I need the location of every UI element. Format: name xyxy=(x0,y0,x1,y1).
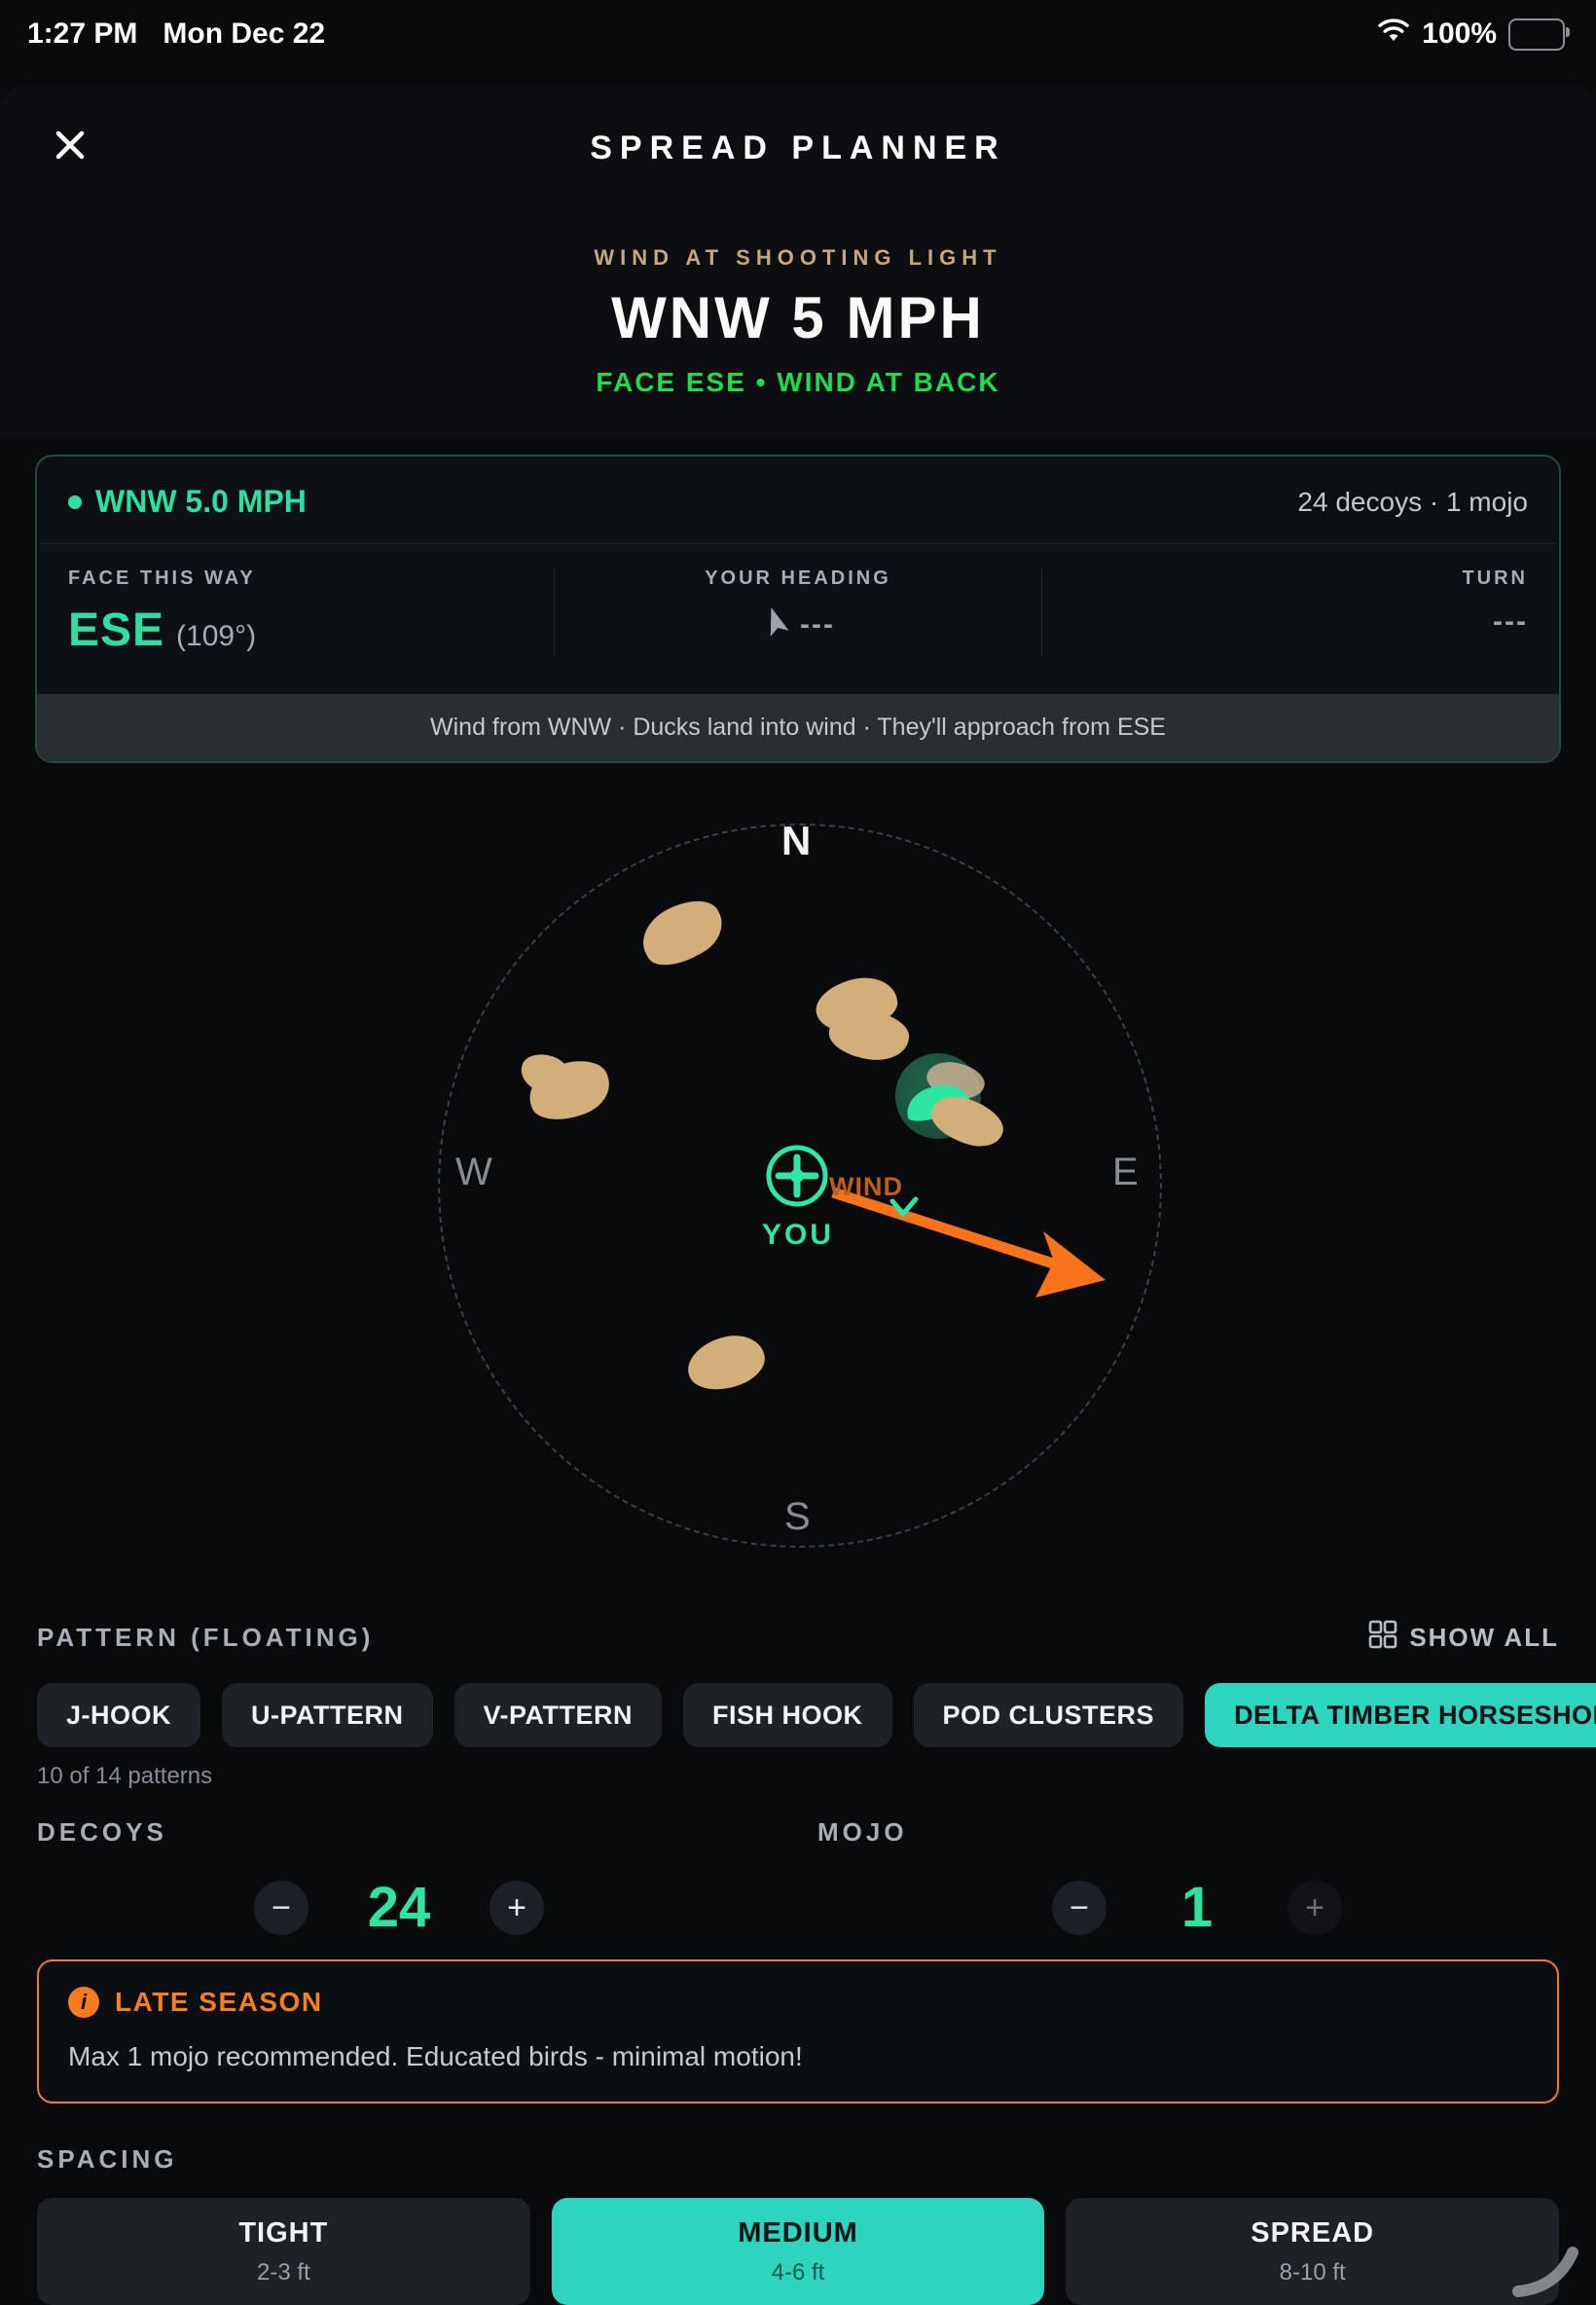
mojo-label: MOJO xyxy=(817,1817,1596,1848)
mojo-value: 1 xyxy=(1143,1875,1251,1940)
compass-west-label: W xyxy=(455,1151,492,1194)
wind-card-value: WNW 5.0 MPH xyxy=(95,484,307,520)
grid-icon xyxy=(1368,1620,1397,1656)
status-bar: 1:27 PM Mon Dec 22 100% xyxy=(0,0,1596,56)
crosshair-icon xyxy=(765,1144,829,1208)
modal-header: SPREAD PLANNER xyxy=(0,84,1596,212)
pattern-section-label: PATTERN (FLOATING) xyxy=(37,1623,374,1653)
decoys-minus-button[interactable]: − xyxy=(254,1881,308,1935)
late-season-warning: i LATE SEASON Max 1 mojo recommended. Ed… xyxy=(37,1959,1559,2104)
spacing-option-title: TIGHT xyxy=(238,2217,328,2250)
spacing-option-subtitle: 2-3 ft xyxy=(257,2259,310,2287)
face-column: FACE THIS WAY ESE (109°) xyxy=(68,567,554,657)
wind-arrow-label: WIND xyxy=(829,1172,903,1202)
mojo-stepper-group: MOJO − 1 + xyxy=(798,1817,1596,1940)
spacing-option-medium[interactable]: MEDIUM 4-6 ft xyxy=(552,2198,1045,2305)
decoys-value: 24 xyxy=(345,1875,453,1940)
compass-east-label: E xyxy=(1112,1151,1139,1194)
decoys-label: DECOYS xyxy=(37,1817,798,1848)
heading-label: YOUR HEADING xyxy=(555,567,1040,590)
pattern-chip-fish-hook[interactable]: FISH HOOK xyxy=(683,1683,892,1747)
spacing-options-row: TIGHT 2-3 ft MEDIUM 4-6 ft SPREAD 8-10 ft xyxy=(37,2198,1559,2305)
spacing-option-title: SPREAD xyxy=(1251,2217,1374,2250)
compass-north-label: N xyxy=(781,818,811,864)
show-all-button[interactable]: SHOW ALL xyxy=(1368,1620,1559,1656)
warning-message: Max 1 mojo recommended. Educated birds -… xyxy=(68,2041,1528,2072)
heading-value: --- xyxy=(800,608,835,641)
decoy-mojo-counts: 24 decoys · 1 mojo xyxy=(1297,487,1528,518)
you-marker xyxy=(765,1144,829,1208)
mojo-minus-button[interactable]: − xyxy=(1052,1881,1106,1935)
mojo-plus-button[interactable]: + xyxy=(1288,1881,1342,1935)
battery-percent: 100% xyxy=(1422,18,1497,51)
pattern-chip-row[interactable]: J-HOOK U-PATTERN V-PATTERN FISH HOOK POD CLU… xyxy=(37,1683,1596,1747)
spread-compass[interactable]: N W E S YOU WIND xyxy=(0,763,1596,1581)
heading-column: YOUR HEADING --- xyxy=(554,567,1041,657)
spacing-option-spread[interactable]: SPREAD 8-10 ft xyxy=(1066,2198,1559,2305)
turn-value: --- xyxy=(1493,605,1528,639)
show-all-label: SHOW ALL xyxy=(1409,1623,1559,1653)
spacing-option-subtitle: 4-6 ft xyxy=(772,2259,825,2287)
page-title: SPREAD PLANNER xyxy=(590,129,1005,167)
wind-summary: WIND AT SHOOTING LIGHT WNW 5 MPH FACE ES… xyxy=(0,212,1596,439)
turn-label: TURN xyxy=(1042,567,1528,590)
close-icon xyxy=(54,128,87,162)
battery-icon xyxy=(1508,18,1565,51)
turn-column: TURN --- xyxy=(1042,567,1528,657)
wind-summary-value: WNW 5 MPH xyxy=(0,284,1596,351)
pattern-chip-u-pattern[interactable]: U-PATTERN xyxy=(222,1683,432,1747)
pattern-chip-j-hook[interactable]: J-HOOK xyxy=(37,1683,200,1747)
face-label: FACE THIS WAY xyxy=(68,567,554,590)
wind-summary-label: WIND AT SHOOTING LIGHT xyxy=(0,245,1596,271)
wind-summary-advice: FACE ESE • WIND AT BACK xyxy=(0,367,1596,439)
scroll-corner-arc xyxy=(1508,2219,1596,2297)
wind-card-title: WNW 5.0 MPH xyxy=(68,484,307,520)
spacing-section-label: SPACING xyxy=(37,2144,1596,2175)
info-icon: i xyxy=(68,1987,99,2018)
decoys-stepper-group: DECOYS − 24 + xyxy=(0,1817,798,1940)
pattern-chip-v-pattern[interactable]: V-PATTERN xyxy=(454,1683,663,1747)
pattern-chip-pod-clusters[interactable]: POD CLUSTERS xyxy=(914,1683,1184,1747)
wind-live-dot xyxy=(68,495,82,509)
face-value: ESE xyxy=(68,604,164,657)
spacing-option-subtitle: 8-10 ft xyxy=(1280,2259,1346,2287)
wind-explainer: Wind from WNW · Ducks land into wind · T… xyxy=(37,694,1559,761)
heading-arrow-icon xyxy=(761,605,790,644)
pattern-count: 10 of 14 patterns xyxy=(37,1763,1596,1790)
stepper-section: DECOYS − 24 + MOJO − 1 + xyxy=(0,1817,1596,1940)
compass-south-label: S xyxy=(784,1495,811,1539)
close-button[interactable] xyxy=(43,119,97,173)
face-degrees: (109°) xyxy=(176,620,256,653)
warning-title: LATE SEASON xyxy=(115,1987,323,2018)
status-time: 1:27 PM xyxy=(27,18,137,51)
spacing-option-title: MEDIUM xyxy=(738,2217,858,2250)
decoys-plus-button[interactable]: + xyxy=(490,1881,544,1935)
status-date: Mon Dec 22 xyxy=(163,18,325,51)
you-label: YOU xyxy=(749,1219,847,1252)
pattern-chip-delta-timber-horseshoe[interactable]: DELTA TIMBER HORSESHOE xyxy=(1205,1683,1596,1747)
spacing-option-tight[interactable]: TIGHT 2-3 ft xyxy=(37,2198,530,2305)
wind-card: WNW 5.0 MPH 24 decoys · 1 mojo FACE THIS… xyxy=(35,455,1561,763)
wifi-icon xyxy=(1377,18,1410,51)
